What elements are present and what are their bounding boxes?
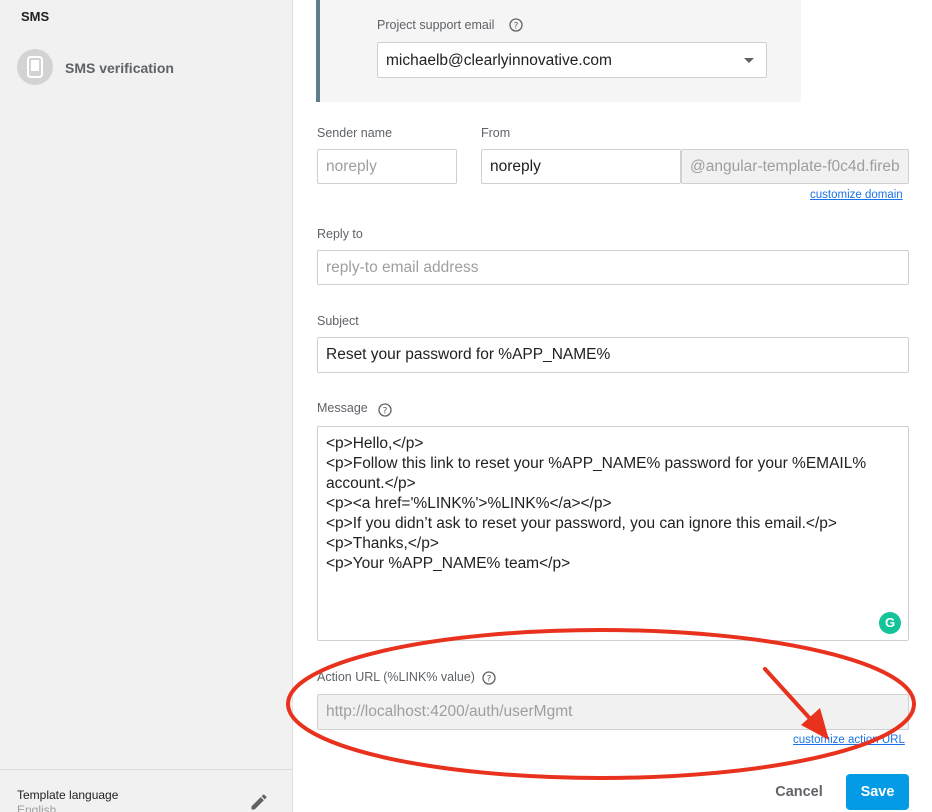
project-support-email-value: michaelb@clearlyinnovative.com	[386, 52, 612, 69]
sender-name-input[interactable]	[317, 149, 457, 184]
sidebar-item-sms-verification[interactable]: SMS verification	[0, 44, 292, 90]
sidebar-item-label: SMS verification	[65, 60, 174, 76]
template-language-value: English	[17, 803, 57, 812]
subject-label: Subject	[317, 314, 359, 328]
help-icon[interactable]: ?	[509, 18, 523, 32]
template-language-footer: Template language English	[0, 769, 292, 812]
message-line: <p>Hello,</p>	[326, 435, 424, 452]
subject-input[interactable]	[317, 337, 909, 373]
grammarly-icon[interactable]: G	[879, 612, 901, 634]
svg-text:?: ?	[487, 675, 492, 685]
project-support-email-select[interactable]: michaelb@clearlyinnovative.com	[377, 42, 767, 78]
message-label: Message	[317, 401, 368, 415]
svg-text:?: ?	[514, 22, 519, 32]
action-url-label: Action URL (%LINK% value)	[317, 670, 475, 684]
action-url-input	[317, 694, 909, 730]
help-icon[interactable]: ?	[482, 671, 496, 685]
from-label: From	[481, 126, 511, 140]
template-sidebar: SMS SMS verification Template language E…	[0, 0, 293, 812]
from-input[interactable]	[481, 149, 681, 184]
project-support-email-label: Project support email	[377, 18, 495, 32]
save-button[interactable]: Save	[846, 774, 909, 810]
svg-text:?: ?	[383, 407, 388, 417]
reply-to-input[interactable]	[317, 250, 909, 285]
pencil-icon[interactable]	[249, 792, 269, 812]
message-line: account.</p>	[326, 475, 416, 492]
phone-icon	[17, 49, 53, 85]
template-language-label: Template language	[17, 788, 119, 802]
message-line: <p>Follow this link to reset your %APP_N…	[326, 455, 867, 472]
sidebar-section-title: SMS	[21, 9, 50, 24]
message-line: <p>If you didn’t ask to reset your passw…	[326, 515, 837, 532]
sender-name-label: Sender name	[317, 126, 393, 140]
email-template-editor: SMS SMS verification Template language E…	[0, 0, 932, 812]
customize-domain-link[interactable]: customize domain	[810, 189, 903, 201]
dropdown-arrow-icon	[744, 58, 754, 63]
cancel-button[interactable]: Cancel	[763, 776, 835, 808]
reply-to-label: Reply to	[317, 227, 363, 241]
customize-action-url-link[interactable]: customize action URL	[793, 734, 905, 746]
message-line: <p>Your %APP_NAME% team</p>	[326, 555, 571, 572]
message-line: <p><a href='%LINK%'>%LINK%</a></p>	[326, 495, 612, 512]
message-line: <p>Thanks,</p>	[326, 535, 439, 552]
message-textarea[interactable]: <p>Hello,</p> <p>Follow this link to res…	[317, 426, 909, 641]
help-icon[interactable]: ?	[378, 403, 392, 417]
from-domain-suffix: @angular-template-f0c4d.fireb	[681, 149, 909, 184]
